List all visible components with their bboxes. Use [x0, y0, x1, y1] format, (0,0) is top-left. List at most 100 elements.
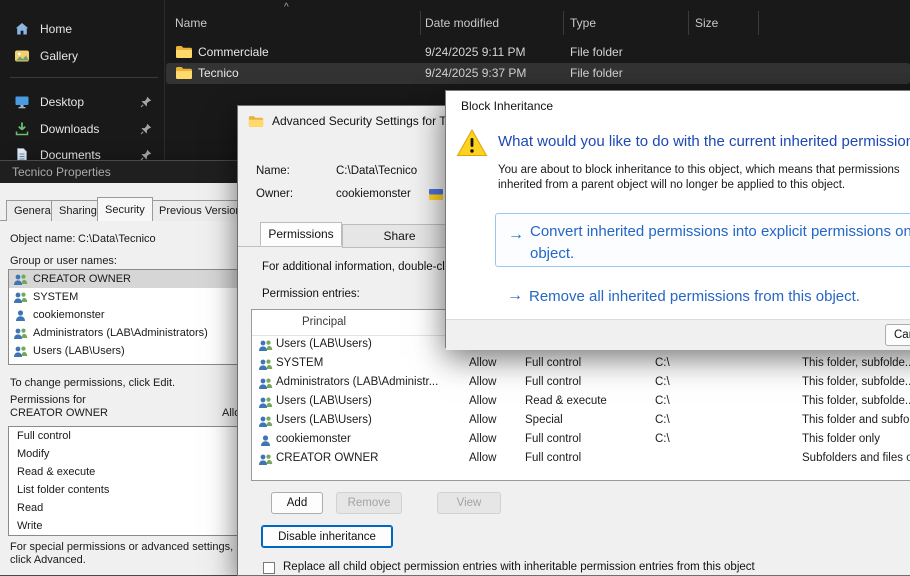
permission-entry-row[interactable]: CREATOR OWNER Allow Full control Subfold…: [252, 450, 910, 469]
screen: Home Gallery Desktop Downloads Documents…: [0, 0, 910, 576]
entry-principal: CREATOR OWNER: [276, 452, 378, 464]
file-row-tecnico-selected[interactable]: Tecnico 9/24/2025 9:37 PM File folder: [166, 63, 910, 84]
group-name: Administrators (LAB\Administrators): [33, 327, 208, 339]
pin-icon: [140, 96, 152, 108]
replace-permissions-checkbox[interactable]: [263, 562, 275, 574]
entry-applies-to: This folder and subfo...: [802, 414, 910, 426]
warning-icon: [456, 128, 488, 161]
permission-entry-row[interactable]: SYSTEM Allow Full control C:\ This folde…: [252, 355, 910, 374]
view-button[interactable]: View: [437, 492, 501, 514]
permission-name: Modify: [17, 448, 49, 460]
entry-principal: SYSTEM: [276, 357, 323, 369]
group-icon: [13, 345, 28, 358]
entry-access: Full control: [525, 452, 581, 464]
column-divider[interactable]: [688, 11, 689, 35]
column-header-type[interactable]: Type: [570, 16, 596, 30]
file-name: Commerciale: [198, 45, 269, 59]
gallery-icon: [14, 48, 30, 64]
owner-value: cookiemonster: [336, 188, 411, 200]
permission-name: Read: [17, 502, 43, 514]
permission-item[interactable]: Full control: [9, 427, 239, 445]
group-list-item[interactable]: SYSTEM: [9, 288, 239, 306]
group-list-item[interactable]: Users (LAB\Users): [9, 342, 239, 360]
entry-inherited-from: C:\: [655, 414, 670, 426]
group-list-item[interactable]: cookiemonster: [9, 306, 239, 324]
column-divider[interactable]: [563, 11, 564, 35]
permission-entry-row[interactable]: Administrators (LAB\Administr... Allow F…: [252, 374, 910, 393]
remove-button[interactable]: Remove: [336, 492, 402, 514]
block-body-line1: You are about to block inheritance to th…: [498, 163, 900, 178]
entry-type: Allow: [469, 452, 496, 464]
permission-entry-row[interactable]: Users (LAB\Users) Allow Special C:\ This…: [252, 412, 910, 431]
block-dialog-footer: Cancel: [446, 319, 910, 350]
entry-applies-to: This folder, subfolde...: [802, 357, 910, 369]
group-icon: [258, 453, 273, 466]
tab-permissions[interactable]: Permissions: [260, 222, 342, 246]
block-inheritance-dialog: Block Inheritance What would you like to…: [445, 90, 910, 348]
block-title-bar[interactable]: Block Inheritance: [446, 91, 910, 119]
tab-label: Share: [383, 229, 415, 243]
entry-applies-to: This folder, subfolde...: [802, 395, 910, 407]
sidebar-item-desktop[interactable]: Desktop: [4, 89, 160, 114]
entry-principal: Users (LAB\Users): [276, 395, 372, 407]
button-label: View: [457, 497, 482, 509]
permission-item[interactable]: List folder contents: [9, 481, 239, 499]
button-label: Cancel: [894, 329, 910, 341]
permission-item[interactable]: Modify: [9, 445, 239, 463]
entry-type: Allow: [469, 395, 496, 407]
tab-previous-versions[interactable]: Previous Versions: [151, 200, 248, 221]
principal-column-header[interactable]: Principal: [302, 316, 346, 328]
tab-share[interactable]: Share: [342, 224, 457, 248]
permission-entry-row[interactable]: Users (LAB\Users) Allow Read & execute C…: [252, 393, 910, 412]
permission-entries-label: Permission entries:: [262, 288, 360, 300]
sidebar-item-gallery[interactable]: Gallery: [4, 43, 160, 68]
folder-icon: [175, 45, 193, 62]
group-user-list: CREATOR OWNER SYSTEM cookiemonster Admin…: [8, 269, 240, 365]
file-row-commerciale[interactable]: Commerciale 9/24/2025 9:11 PM File folde…: [166, 42, 910, 63]
button-label: Disable inheritance: [278, 531, 376, 543]
cancel-button[interactable]: Cancel: [885, 324, 910, 346]
group-name: CREATOR OWNER: [33, 273, 131, 285]
permission-item[interactable]: Read: [9, 499, 239, 517]
button-label: Remove: [348, 497, 391, 509]
tab-security[interactable]: Security: [97, 197, 153, 221]
sidebar-item-label: Home: [40, 22, 72, 36]
remove-permissions-command-link[interactable]: Remove all inherited permissions from th…: [529, 288, 860, 305]
group-icon: [13, 327, 28, 340]
column-header-size[interactable]: Size: [695, 16, 718, 30]
sidebar-item-downloads[interactable]: Downloads: [4, 116, 160, 141]
sidebar-item-label: Gallery: [40, 49, 78, 63]
owner-label: Owner:: [256, 188, 293, 200]
add-button[interactable]: Add: [271, 492, 323, 514]
permission-entry-row[interactable]: cookiemonster Allow Full control C:\ Thi…: [252, 431, 910, 450]
properties-title-bar[interactable]: Tecnico Properties: [0, 161, 247, 183]
downloads-icon: [14, 121, 30, 137]
group-list-item[interactable]: Administrators (LAB\Administrators): [9, 324, 239, 342]
group-icon: [258, 396, 273, 409]
permission-item[interactable]: Write: [9, 517, 239, 535]
sidebar-item-label: Desktop: [40, 95, 84, 109]
permission-name: List folder contents: [17, 484, 109, 496]
edit-hint-text: To change permissions, click Edit.: [10, 377, 175, 389]
entry-applies-to: This folder only: [802, 433, 880, 445]
column-header-name[interactable]: Name: [175, 16, 207, 30]
file-name: Tecnico: [198, 66, 239, 80]
column-divider[interactable]: [758, 11, 759, 35]
entry-principal: Users (LAB\Users): [276, 338, 372, 350]
disable-inheritance-button[interactable]: Disable inheritance: [261, 525, 393, 548]
permission-item[interactable]: Read & execute: [9, 463, 239, 481]
file-type: File folder: [570, 45, 623, 59]
entry-principal: Administrators (LAB\Administr...: [276, 376, 438, 388]
convert-permissions-command-link[interactable]: → Convert inherited permissions into exp…: [495, 213, 910, 267]
sidebar-item-home[interactable]: Home: [4, 16, 160, 41]
group-icon: [258, 339, 273, 352]
object-name-value: C:\Data\Tecnico: [78, 233, 156, 245]
column-divider[interactable]: [420, 11, 421, 35]
permissions-list: Full control Modify Read & execute List …: [8, 426, 240, 536]
column-header-date-modified[interactable]: Date modified: [425, 16, 499, 30]
sort-ascending-icon: ^: [284, 2, 289, 13]
name-label: Name:: [256, 165, 290, 177]
entry-type: Allow: [469, 357, 496, 369]
group-list-item-selected[interactable]: CREATOR OWNER: [9, 270, 239, 288]
group-icon: [13, 273, 28, 286]
